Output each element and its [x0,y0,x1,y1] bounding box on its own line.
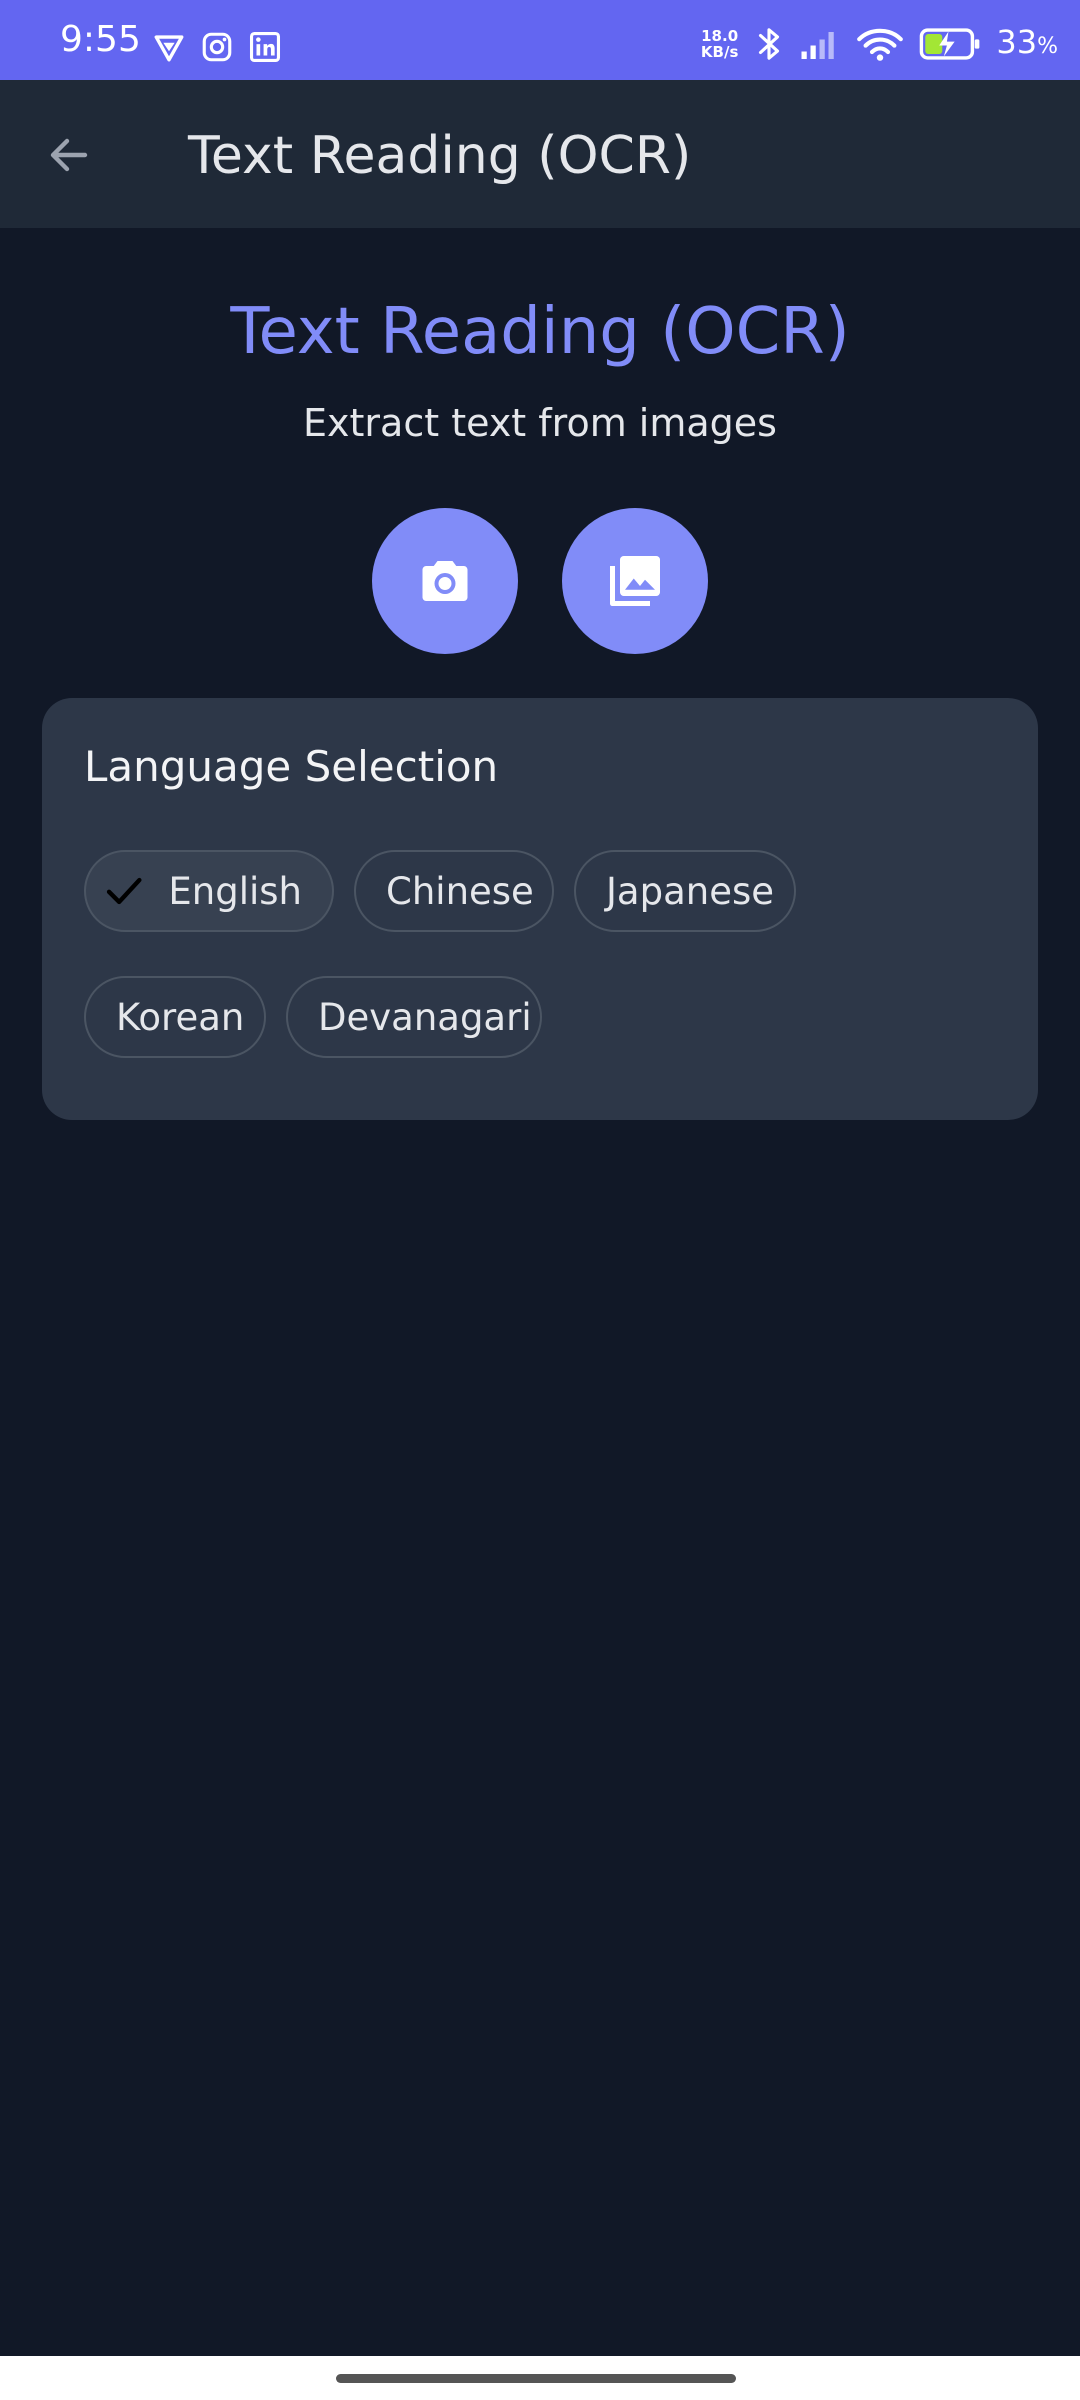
app-bar-title: Text Reading (OCR) [188,126,692,186]
battery-percentage-unit: % [1037,33,1058,59]
page-subtitle: Extract text from images [303,401,777,445]
page-title: Text Reading (OCR) [230,295,850,369]
language-chip-korean[interactable]: Korean [84,976,266,1058]
ocr-screen: 9:55 18.0 KB/s 33% Text Reading (OCR) Te… [0,0,1080,2400]
battery-percentage: 33% [996,22,1058,67]
language-chip-english[interactable]: English [84,850,334,932]
network-speed-value: 18.0 [701,27,739,45]
app-bar: Text Reading (OCR) [0,80,1080,228]
language-chip-label: Korean [116,995,245,1039]
vpn-shield-icon [154,35,184,62]
arrow-left-icon [50,138,88,172]
language-selection-card: Language Selection English Chinese Japan… [42,698,1038,1120]
battery-charging-icon [920,28,980,60]
language-chip-devanagari[interactable]: Devanagari [286,976,542,1058]
photo-library-icon [610,556,660,606]
instagram-icon [202,32,232,62]
status-notification-icons [152,30,282,64]
status-bar: 9:55 18.0 KB/s 33% [0,0,1080,80]
language-chip-label: Japanese [606,869,774,913]
network-speed: 18.0 KB/s [701,28,738,60]
language-chip-label: Devanagari [318,995,532,1039]
language-selection-title: Language Selection [84,742,499,791]
bluetooth-icon [759,28,780,60]
checkmark-icon [106,877,142,905]
language-chip-chinese[interactable]: Chinese [354,850,554,932]
back-button[interactable] [34,120,104,190]
language-chip-label: Chinese [386,869,534,913]
status-time: 9:55 [60,19,141,60]
language-chip-japanese[interactable]: Japanese [574,850,796,932]
language-chip-label: English [168,869,302,913]
camera-button[interactable] [372,508,518,654]
status-system-icons: 18.0 KB/s 33% [701,22,1058,67]
battery-percentage-value: 33 [996,22,1038,61]
wifi-icon [857,28,904,61]
navigation-bar [0,2356,1080,2400]
network-speed-unit: KB/s [700,43,739,61]
linkedin-icon [249,31,281,63]
camera-icon [422,561,468,601]
home-indicator[interactable] [336,2374,736,2383]
cell-signal-icon [801,32,835,59]
gallery-button[interactable] [562,508,708,654]
